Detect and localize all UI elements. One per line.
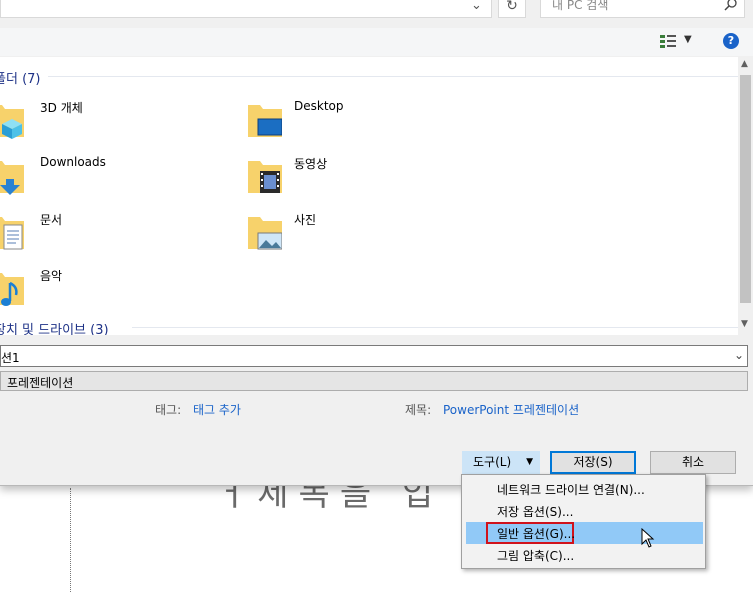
chevron-down-icon[interactable]: ⌄ <box>471 0 482 13</box>
scroll-up-icon[interactable]: ▲ <box>741 59 748 69</box>
group-title: 장치 및 드라이브 <box>0 323 86 335</box>
slide-guide-line <box>70 488 71 592</box>
group-title: 폴더 <box>0 72 18 87</box>
group-divider <box>132 327 738 328</box>
scroll-down-icon[interactable]: ▼ <box>741 319 748 329</box>
menu-item-map-network-drive[interactable]: 네트워크 드라이브 연결(N)... <box>466 478 703 500</box>
tags-label: 태그: <box>155 403 182 417</box>
help-icon[interactable]: ? <box>723 33 739 49</box>
pictures-icon <box>248 217 282 250</box>
search-input[interactable]: 내 PC 검색 <box>540 0 745 18</box>
file-list-pane: 폴더 (7) 3D 개체 Desktop <box>0 57 738 335</box>
menu-item-label: 저장 옵션(S)... <box>497 505 574 519</box>
downloads-icon <box>0 161 24 195</box>
tools-menu: 네트워크 드라이브 연결(N)... 저장 옵션(S)... 일반 옵션(G).… <box>461 474 706 569</box>
folder-label: Desktop <box>294 99 344 113</box>
group-count: (3) <box>90 323 109 335</box>
dropdown-arrow-icon: ▼ <box>526 457 533 467</box>
filetype-select[interactable]: 프레젠테이션 ⌄ <box>0 371 748 391</box>
music-icon <box>0 273 24 306</box>
3d-objects-icon <box>0 105 24 139</box>
filename-value: 션1 <box>1 351 20 365</box>
videos-icon <box>248 161 282 193</box>
group-count: (7) <box>22 72 41 87</box>
folder-label: 동영상 <box>294 157 328 171</box>
folder-item-music[interactable]: 음악 <box>0 267 190 315</box>
add-tag-link[interactable]: 태그 추가 <box>193 401 241 418</box>
save-button-label: 저장(S) <box>573 455 613 469</box>
save-button[interactable]: 저장(S) <box>550 451 636 474</box>
folder-label: 3D 개체 <box>40 101 83 115</box>
folder-item-videos[interactable]: 동영상 <box>248 155 448 203</box>
folder-item-desktop[interactable]: Desktop <box>248 99 448 147</box>
menu-item-label: 네트워크 드라이브 연결(N)... <box>497 483 645 497</box>
documents-icon <box>0 217 24 250</box>
group-header-drives[interactable]: 장치 및 드라이브 (3) <box>0 319 109 335</box>
search-icon <box>724 0 737 11</box>
tools-button-label: 도구(L) <box>473 455 512 469</box>
group-header-folders[interactable]: 폴더 (7) <box>0 68 41 87</box>
folder-item-3d-objects[interactable]: 3D 개체 <box>0 99 190 147</box>
address-bar[interactable]: ⌄ <box>0 0 492 18</box>
folder-label: 사진 <box>294 213 317 227</box>
view-toolbar <box>0 28 753 56</box>
cancel-button[interactable]: 취소 <box>650 451 736 474</box>
desktop-icon <box>248 105 282 137</box>
vertical-scrollbar[interactable]: ▲ ▼ <box>738 57 753 335</box>
title-label: 제목: <box>405 403 432 417</box>
view-options-icon[interactable] <box>660 35 676 49</box>
folder-label: 문서 <box>40 213 63 227</box>
menu-item-general-options[interactable]: 일반 옵션(G)... <box>466 522 703 544</box>
folder-label: Downloads <box>40 155 106 169</box>
tools-button[interactable]: 도구(L) ▼ <box>462 451 540 474</box>
mouse-cursor-icon <box>641 528 655 548</box>
menu-item-compress-pictures[interactable]: 그림 압축(C)... <box>466 544 703 566</box>
chevron-down-icon[interactable]: ⌄ <box>734 348 744 362</box>
refresh-button[interactable]: ↻ <box>498 0 526 18</box>
save-as-dialog: ⌄ ↻ 내 PC 검색 ▼ ? 폴더 (7) 3D 개체 <box>0 0 753 486</box>
view-dropdown-icon[interactable]: ▼ <box>684 34 692 45</box>
group-divider <box>48 76 738 77</box>
cancel-button-label: 취소 <box>681 455 705 469</box>
search-placeholder: 내 PC 검색 <box>552 0 609 12</box>
filename-input[interactable]: 션1 ⌄ <box>0 345 748 367</box>
folder-item-documents[interactable]: 문서 <box>0 211 190 259</box>
folder-label: 음악 <box>40 269 63 283</box>
folder-item-pictures[interactable]: 사진 <box>248 211 448 259</box>
menu-item-label: 일반 옵션(G)... <box>497 527 576 541</box>
folder-item-downloads[interactable]: Downloads <box>0 155 190 203</box>
menu-item-save-options[interactable]: 저장 옵션(S)... <box>466 500 703 522</box>
scrollbar-thumb[interactable] <box>740 75 751 303</box>
chevron-down-icon[interactable]: ⌄ <box>7 374 744 388</box>
title-field[interactable]: PowerPoint 프레젠테이션 <box>443 401 579 418</box>
menu-item-label: 그림 압축(C)... <box>497 549 575 563</box>
